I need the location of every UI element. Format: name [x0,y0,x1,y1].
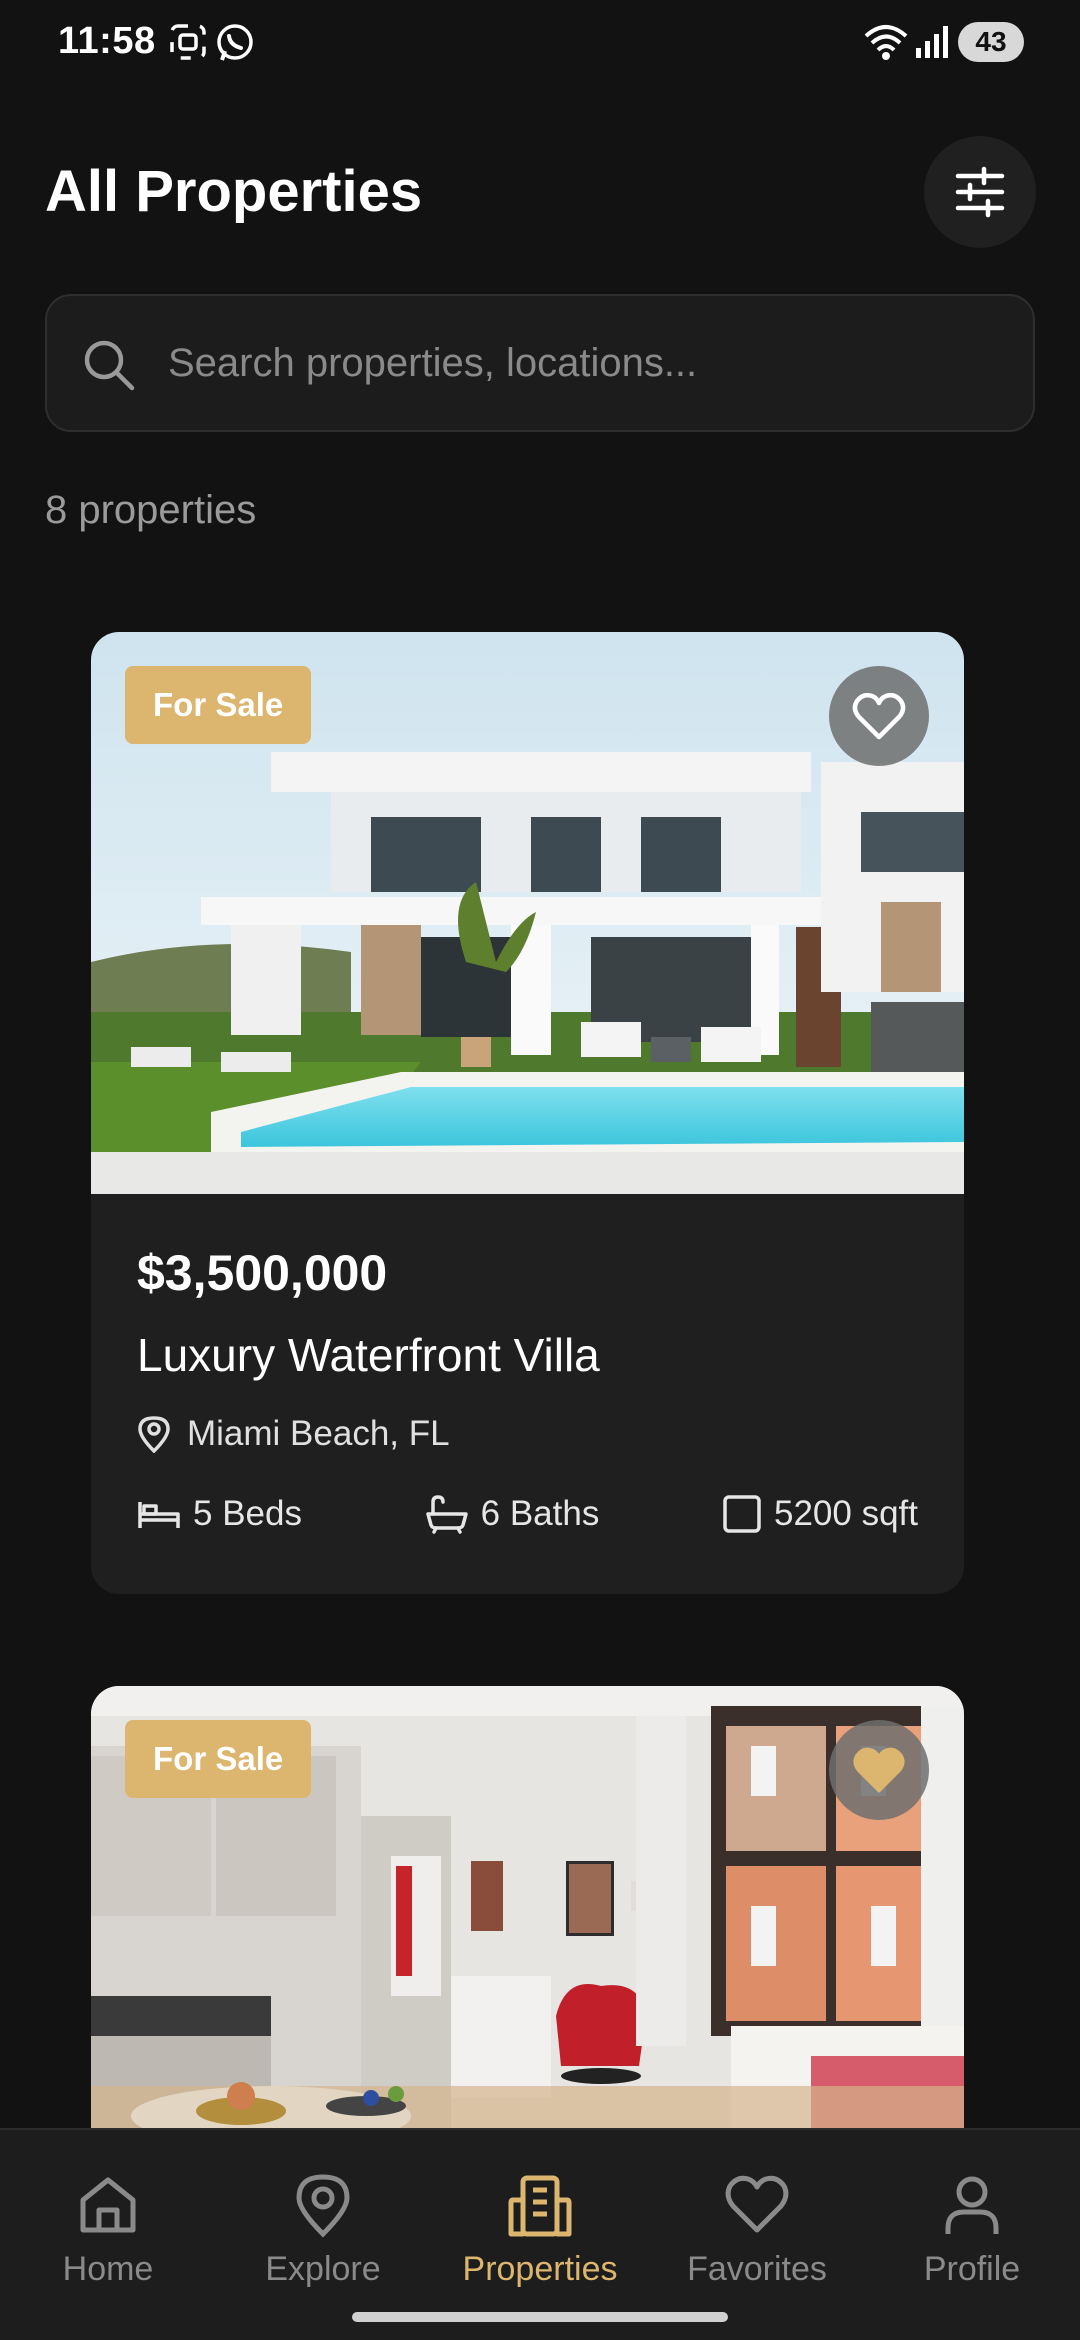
nav-label-profile: Profile [923,2250,1021,2288]
nav-item-properties[interactable]: Properties [440,2172,640,2289]
property-image: For Sale [91,1686,964,2128]
nav-item-explore[interactable]: Explore [223,2172,423,2289]
filter-button[interactable] [924,136,1036,248]
favorite-button[interactable] [829,1720,929,1820]
location-text: Miami Beach, FL [187,1414,450,1453]
nav-label-favorites: Favorites [687,2250,827,2288]
search-icon [84,340,135,391]
property-card[interactable]: For Sale [91,1686,964,2128]
whatsapp-icon [217,24,253,61]
nav-item-home[interactable]: Home [8,2172,208,2289]
area-text: 5200 sqft [773,1494,918,1533]
wifi-icon [864,25,908,60]
property-title: Luxury Waterfront Villa [137,1329,600,1381]
sale-badge: For Sale [125,1720,312,1798]
signal-icon [916,26,948,58]
bathtub-icon [425,1495,468,1534]
nav-item-favorites[interactable]: Favorites [657,2172,857,2289]
nav-item-profile[interactable]: Profile [872,2172,1072,2289]
nav-label-explore: Explore [265,2250,381,2288]
property-location: Miami Beach, FL [137,1414,918,1454]
home-icon [80,2177,136,2233]
baths-text: 6 Baths [480,1494,600,1533]
property-card[interactable]: For Sale $3,500,000 Luxury Waterfront Vi… [91,632,964,1594]
bottom-nav: Home Explore Properties Favorites Profil… [0,2128,1080,2340]
results-count: 8 properties [45,488,257,532]
nav-label-home: Home [62,2250,154,2288]
property-image: For Sale [91,632,964,1194]
heart-icon [725,2175,789,2233]
property-price: $3,500,000 [137,1245,388,1301]
user-icon [945,2176,999,2234]
page-title: All Properties [45,159,423,224]
sliders-icon [955,166,1005,218]
location-pin-icon [138,1416,170,1453]
nav-label-properties: Properties [462,2250,618,2288]
heart-filled-icon [853,1747,905,1793]
heart-outline-icon [852,692,906,740]
square-icon [723,1495,761,1533]
property-features: 5 Beds 6 Baths 5200 sqft [137,1494,918,1534]
status-time: 11:58 [58,20,156,62]
search-input[interactable] [168,330,998,396]
map-pin-icon [296,2174,350,2238]
battery-indicator: 43 [958,22,1024,62]
home-indicator[interactable] [352,2312,728,2322]
building-icon [508,2175,572,2237]
beds-text: 5 Beds [193,1494,302,1533]
sale-badge: For Sale [125,666,312,744]
area-feature: 5200 sqft [722,1494,918,1534]
property-details: $3,500,000 Luxury Waterfront Villa Miami… [91,1194,964,1594]
status-bar: 11:58 43 [0,0,1080,90]
favorite-button[interactable] [829,666,929,766]
beds-feature: 5 Beds [137,1494,302,1534]
bed-icon [138,1502,180,1528]
screenshot-icon [170,24,206,60]
baths-feature: 6 Baths [425,1494,600,1534]
